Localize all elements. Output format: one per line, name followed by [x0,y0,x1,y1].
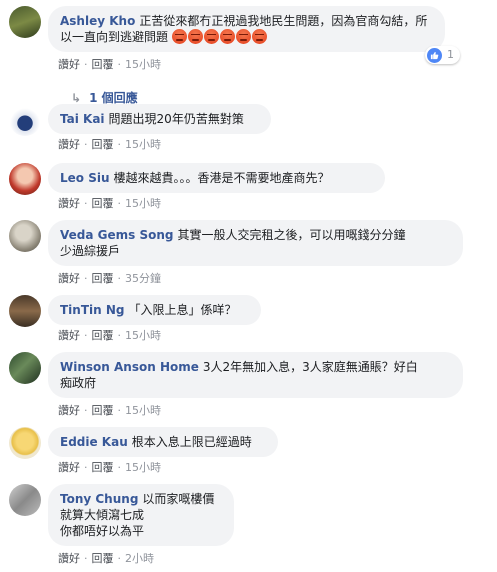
avatar[interactable] [9,220,41,252]
comment-author[interactable]: Leo Siu [60,171,110,185]
angry-emoji [219,29,235,44]
comment-bubble: Eddie Kau 根本入息上限已經過時 [48,427,278,457]
comment-author[interactable]: TinTin Ng [60,303,125,317]
avatar[interactable] [9,484,41,516]
comment-text-continued: 痴政府 [60,376,97,390]
reply-button[interactable]: 回覆 [92,58,114,71]
like-button[interactable]: 讚好 [58,404,80,417]
timestamp[interactable]: 15小時 [125,58,161,71]
avatar[interactable] [9,295,41,327]
view-replies-label: 1 個回應 [89,91,138,105]
comment-line: Winson Anson Home 3人2年無加入息，3人家庭無通賬？好白 [60,359,451,375]
comment-author[interactable]: Tai Kai [60,112,105,126]
timestamp[interactable]: 35分鐘 [125,272,161,285]
like-button[interactable]: 讚好 [58,272,80,285]
comment-author[interactable]: Eddie Kau [60,435,128,449]
comment-bubble: Winson Anson Home 3人2年無加入息，3人家庭無通賬？好白 痴政府 [48,352,463,398]
avatar[interactable] [9,104,41,136]
comment-text: 以而家嘅樓價 [142,492,215,506]
timestamp[interactable]: 15小時 [125,404,161,417]
comment-actions: 讚好 · 回覆 · 15小時 [58,404,161,417]
reaction-count-value: 1 [447,48,454,61]
reply-button[interactable]: 回覆 [92,552,114,565]
angry-emoji [203,29,219,44]
comment-actions: 讚好 · 回覆 · 15小時 [58,197,161,210]
comment-actions: 讚好 · 回覆 · 2小時 [58,552,154,565]
comment-text: 其實一般人交完租之後，可以用嘅錢分分鐘 [177,228,406,242]
comment-actions: 讚好 · 回覆 · 35分鐘 [58,272,161,285]
comment-bubble: Leo Siu 樓越來越貴。。。香港是不需要地產商先？ [48,163,385,193]
angry-emoji [171,29,187,44]
like-button[interactable]: 讚好 [58,197,80,210]
reply-button[interactable]: 回覆 [92,404,114,417]
reply-button[interactable]: 回覆 [92,138,114,151]
reaction-count[interactable]: 1 [425,46,460,64]
like-button[interactable]: 讚好 [58,552,80,565]
reply-button[interactable]: 回覆 [92,197,114,210]
thumbs-up-icon [427,47,442,63]
reply-arrow-icon: ↳ [71,91,82,105]
timestamp[interactable]: 15小時 [125,461,161,474]
comment-line: Veda Gems Song 其實一般人交完租之後，可以用嘅錢分分鐘 [60,227,451,243]
angry-emoji [235,29,251,44]
comment-bubble: Veda Gems Song 其實一般人交完租之後，可以用嘅錢分分鐘 少過綜援戶 [48,220,463,266]
reply-button[interactable]: 回覆 [92,461,114,474]
comment-bubble: Tai Kai 問題出現20年仍苦無對策 [48,104,271,134]
avatar[interactable] [9,163,41,195]
comment-actions: 讚好 · 回覆 · 15小時 [58,138,161,151]
comment-bubble: Tony Chung 以而家嘅樓價 就算大傾瀉七成 你都唔好以為平 [48,484,234,546]
comment-text: 根本入息上限已經過時 [131,435,252,449]
comment-text: 「入限上息」係咩？ [128,303,237,317]
comment-text: 樓越來越貴。。。香港是不需要地產商先？ [113,171,330,185]
timestamp[interactable]: 2小時 [125,552,154,565]
comment-author[interactable]: Veda Gems Song [60,228,173,242]
timestamp[interactable]: 15小時 [125,138,161,151]
comment-bubble: TinTin Ng 「入限上息」係咩？ [48,295,261,325]
reply-button[interactable]: 回覆 [92,329,114,342]
comment-author[interactable]: Tony Chung [60,492,138,506]
comment-author[interactable]: Ashley Kho [60,14,135,28]
like-button[interactable]: 讚好 [58,329,80,342]
avatar[interactable] [9,427,41,459]
comment-actions: 讚好 · 回覆 · 15小時 [58,58,161,71]
timestamp[interactable]: 15小時 [125,329,161,342]
like-button[interactable]: 讚好 [58,138,80,151]
comment-actions: 讚好 · 回覆 · 15小時 [58,461,161,474]
emoji-row [168,29,268,44]
comment-author[interactable]: Winson Anson Home [60,360,199,374]
avatar[interactable] [9,352,41,384]
angry-emoji [251,29,267,44]
angry-emoji [187,29,203,44]
comment-text-continued: 少過綜援戶 [60,244,121,258]
comment-line: Tony Chung 以而家嘅樓價 [60,491,222,507]
like-button[interactable]: 讚好 [58,58,80,71]
comment-text: 問題出現20年仍苦無對策 [108,112,244,126]
comment-bubble: Ashley Kho 正苦從來都冇正視過我地民生問題，因為官商勾結，所以一直向到逃… [48,6,445,52]
reply-button[interactable]: 回覆 [92,272,114,285]
like-button[interactable]: 讚好 [58,461,80,474]
avatar[interactable] [9,6,41,38]
comment-text-continued: 你都唔好以為平 [60,524,145,538]
timestamp[interactable]: 15小時 [125,197,161,210]
comment-text: 3人2年無加入息，3人家庭無通賬？好白 [202,360,418,374]
comment-text-continued: 就算大傾瀉七成 [60,508,145,522]
comment-actions: 讚好 · 回覆 · 15小時 [58,329,161,342]
